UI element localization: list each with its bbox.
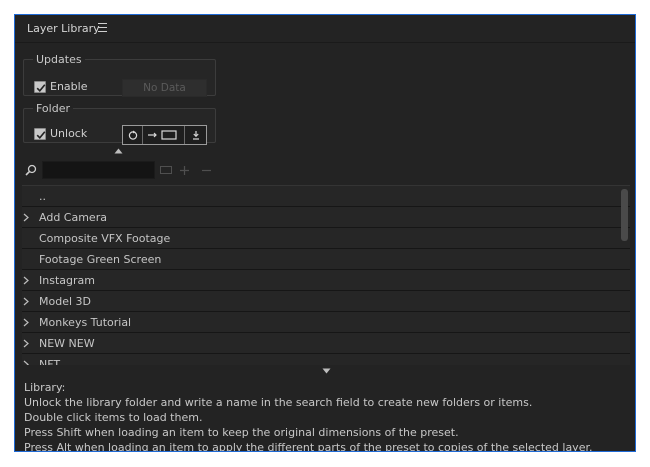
folder-group: Folder Unlock: [23, 102, 216, 145]
list-item[interactable]: NEW NEW: [22, 333, 630, 354]
list-item-label: Instagram: [39, 274, 95, 287]
link-composition-button[interactable]: [143, 126, 185, 144]
help-line: Library:: [24, 381, 66, 394]
help-line: Unlock the library folder and write a na…: [24, 396, 533, 409]
chevron-right-icon[interactable]: [23, 360, 29, 365]
chevron-right-icon[interactable]: [23, 213, 29, 222]
expand-arrow-icon[interactable]: [322, 368, 331, 374]
list-item-label: NEW NEW: [39, 337, 95, 350]
list-item[interactable]: Add Camera: [22, 207, 630, 228]
download-button[interactable]: [185, 126, 206, 144]
list-item-label: ..: [39, 190, 46, 203]
checkbox-checked-icon[interactable]: [34, 80, 46, 93]
collapse-arrow-icon[interactable]: [114, 148, 123, 154]
list-item-label: Monkeys Tutorial: [39, 316, 132, 329]
add-icon[interactable]: [179, 165, 190, 176]
chevron-right-icon[interactable]: [23, 318, 29, 327]
enable-label: Enable: [50, 80, 88, 93]
help-text: Library: Unlock the library folder and wr…: [24, 380, 628, 452]
updates-group: Updates Enable No Data: [23, 53, 216, 97]
chevron-right-icon[interactable]: [23, 297, 29, 306]
list-item-label: NFT: [39, 358, 61, 365]
unlock-label: Unlock: [50, 127, 88, 140]
chevron-right-icon[interactable]: [23, 276, 29, 285]
list-item[interactable]: Composite VFX Footage: [22, 228, 630, 249]
library-list[interactable]: .. Add Camera Composite VFX Footage Footage…: [22, 185, 630, 365]
list-item[interactable]: NFT: [22, 354, 630, 365]
link-composition-icon: [147, 130, 177, 140]
enable-checkbox[interactable]: Enable: [34, 80, 87, 93]
search-input[interactable]: [42, 161, 155, 179]
list-scrollbar[interactable]: [621, 189, 628, 241]
list-item[interactable]: Monkeys Tutorial: [22, 312, 630, 333]
checkbox-checked-icon[interactable]: [34, 127, 46, 140]
hamburger-menu-icon[interactable]: [98, 23, 107, 32]
download-icon: [192, 131, 199, 140]
list-item-label: Footage Green Screen: [39, 253, 162, 266]
panel-header: Layer Library: [15, 15, 635, 43]
help-line: Press Shift when loading an item to keep…: [24, 426, 459, 439]
refresh-icon: [128, 130, 137, 140]
layer-library-panel: Layer Library Updates Enable No Data Fol…: [14, 14, 636, 452]
chevron-right-icon[interactable]: [23, 339, 29, 348]
list-item[interactable]: Footage Green Screen: [22, 249, 630, 270]
search-icon[interactable]: [25, 164, 37, 176]
refresh-button[interactable]: [123, 126, 143, 144]
list-item[interactable]: Model 3D: [22, 291, 630, 312]
list-item[interactable]: ..: [22, 186, 630, 207]
new-folder-icon[interactable]: [160, 165, 172, 175]
remove-icon[interactable]: [201, 165, 212, 176]
no-data-button[interactable]: No Data: [122, 79, 207, 97]
updates-legend: Updates: [36, 53, 82, 66]
list-item-label: Composite VFX Footage: [39, 232, 171, 245]
help-line: Double click items to load them.: [24, 411, 203, 424]
help-line: Press Alt when loading an item to apply …: [24, 441, 593, 452]
panel-title: Layer Library: [27, 22, 100, 35]
folder-tools: [122, 125, 207, 145]
unlock-checkbox[interactable]: Unlock: [34, 127, 87, 140]
folder-legend: Folder: [36, 102, 70, 115]
list-item[interactable]: Instagram: [22, 270, 630, 291]
list-item-label: Add Camera: [39, 211, 107, 224]
list-item-label: Model 3D: [39, 295, 91, 308]
